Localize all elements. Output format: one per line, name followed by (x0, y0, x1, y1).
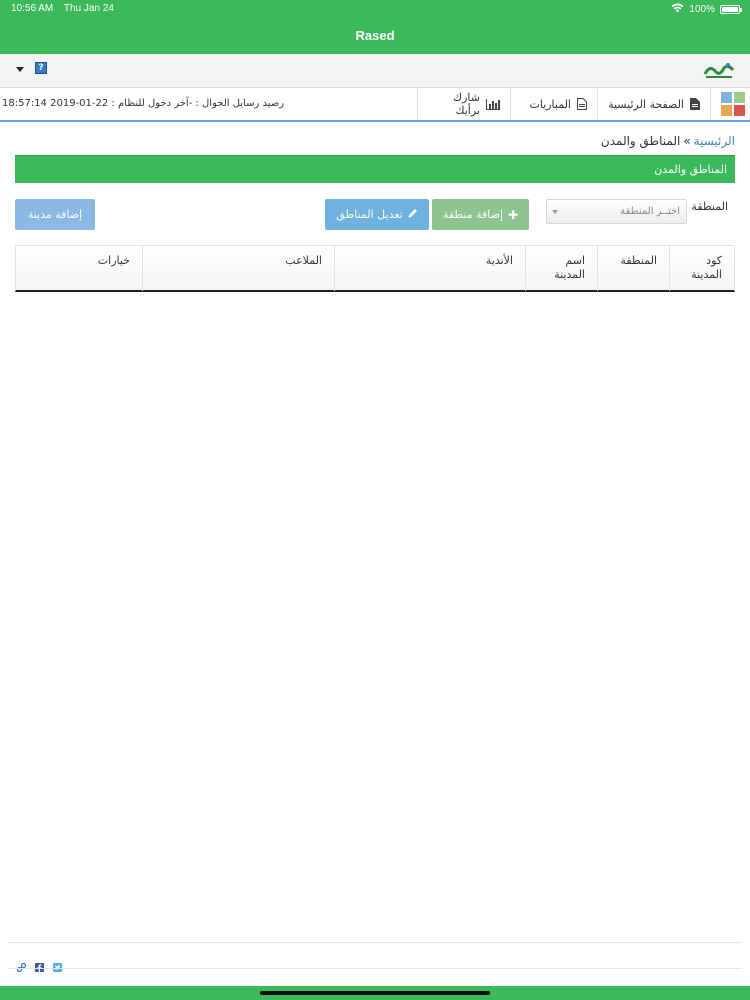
breadcrumb-current: المناطق والمدن (600, 134, 681, 148)
section-title: المناطق والمدن (654, 163, 727, 176)
plus-icon: ✚ (508, 207, 519, 222)
help-icon[interactable]: ? (35, 62, 47, 74)
status-time: 10:56 AM (11, 3, 54, 14)
footer-divider-bottom (8, 968, 742, 969)
section-header: المناطق والمدن (15, 155, 735, 183)
battery-percent: 100% (689, 4, 715, 15)
status-bar-left: 10:56 AM Thu Jan 24 (11, 3, 122, 14)
document-outline-icon (577, 98, 587, 110)
apps-grid-icon[interactable] (710, 88, 750, 120)
breadcrumb: الرئيسية»المناطق والمدن (601, 134, 735, 148)
table-header-clubs[interactable]: الأندية (334, 246, 525, 291)
breadcrumb-separator: » (683, 134, 691, 148)
main-nav: الصفحة الرئيسية المباريات شارك برأيك رصي… (0, 88, 750, 122)
rased-logo[interactable] (702, 60, 736, 82)
nav-item-label: المباريات (529, 97, 571, 111)
battery-icon (720, 5, 742, 14)
region-label: المنطقة (691, 200, 728, 213)
nav-item-home[interactable]: الصفحة الرئيسية (597, 88, 710, 120)
status-date: Thu Jan 24 (63, 3, 114, 14)
nav-item-label: شارك برأيك (453, 91, 480, 117)
facebook-icon[interactable] (35, 957, 44, 972)
add-city-label: إضافة مدينة (27, 208, 83, 221)
nav-item-matches[interactable]: المباريات (510, 88, 597, 120)
logo-bar: ? (0, 54, 750, 88)
table-header-stadiums[interactable]: الملاعب (142, 246, 334, 291)
table-header-city-name[interactable]: اسم المدينة (525, 246, 597, 291)
footer-social-links (16, 957, 62, 973)
breadcrumb-home-link[interactable]: الرئيسية (694, 134, 735, 148)
pencil-icon (408, 208, 418, 221)
link-icon[interactable] (16, 957, 27, 973)
nav-item-label: الصفحة الرئيسية (608, 97, 684, 111)
wifi-icon (671, 3, 684, 16)
table-header-options[interactable]: خيارات (16, 246, 142, 291)
app-title: Rased (355, 28, 395, 43)
region-select-placeholder: اختــر المنطقة (620, 206, 680, 217)
status-bar-right: 100% (671, 3, 742, 16)
footer-divider (8, 942, 742, 943)
bar-chart-icon (486, 98, 500, 110)
add-region-button[interactable]: ✚ إضافة منطقة (432, 199, 529, 230)
add-region-label: إضافة منطقة (442, 208, 504, 221)
home-indicator[interactable] (260, 991, 490, 995)
chevron-down-icon (552, 210, 558, 214)
app-header: 10:56 AM Thu Jan 24 100% Rased (0, 0, 750, 54)
cities-table: كود المدينة المنطقة اسم المدينة الأندية … (15, 245, 735, 292)
edit-regions-label: تعديل المناطق (336, 208, 403, 221)
table-header-region[interactable]: المنطقة (597, 246, 669, 291)
nav-item-feedback[interactable]: شارك برأيك (417, 88, 510, 120)
last-login-info: رصيد رسايل الجوال : -آخر دخول للنظام : 2… (2, 98, 285, 109)
table-header-city-code[interactable]: كود المدينة (669, 246, 734, 291)
edit-regions-button[interactable]: تعديل المناطق (325, 199, 429, 230)
twitter-icon[interactable] (53, 957, 62, 972)
region-select[interactable]: اختــر المنطقة (546, 199, 687, 224)
document-icon (690, 98, 700, 110)
caret-down-icon[interactable] (16, 67, 24, 72)
add-city-button[interactable]: إضافة مدينة (15, 199, 95, 230)
